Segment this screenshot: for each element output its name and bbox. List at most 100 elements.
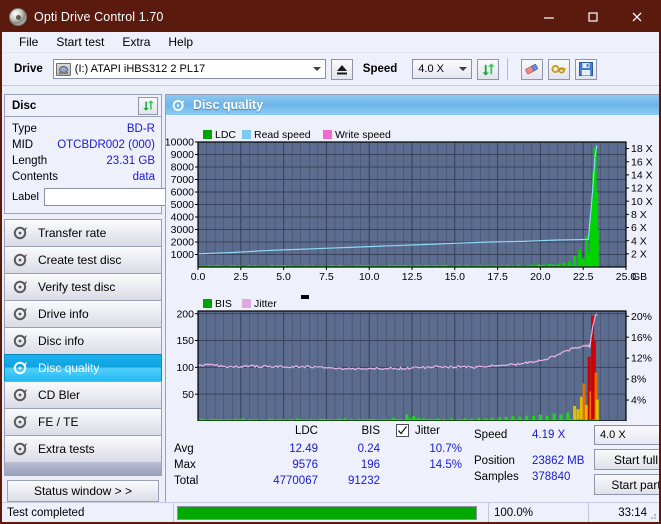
jitter-toggle[interactable]: Jitter [396, 424, 440, 437]
key-icon [551, 62, 567, 76]
svg-text:20%: 20% [631, 311, 652, 323]
svg-text:2.5: 2.5 [233, 271, 248, 283]
svg-text:12.5: 12.5 [402, 271, 423, 283]
sidebar-item-drive-info[interactable]: Drive info [4, 300, 162, 328]
sidebar-item-label: FE / TE [38, 415, 78, 429]
status-bar: Test completed 100.0% 33:14 [2, 502, 659, 522]
sidebar-item-create-test-disc[interactable]: Create test disc [4, 246, 162, 274]
stats-max-ldc: 9576 [254, 459, 318, 471]
menu-item-start-test[interactable]: Start test [47, 33, 113, 51]
svg-text:GB: GB [632, 271, 647, 283]
stats-max-bis: 196 [324, 459, 380, 471]
speed-select[interactable]: 4.0 X [412, 59, 472, 79]
disc-row-contents: Contents data [12, 169, 155, 185]
svg-text:17.5: 17.5 [487, 271, 508, 283]
disc-row-value: 23.31 GB [106, 155, 155, 167]
svg-text:12%: 12% [631, 353, 652, 365]
eject-icon [335, 63, 349, 76]
svg-text:3000: 3000 [171, 224, 195, 236]
svg-text:0.0: 0.0 [191, 271, 206, 283]
speed-stat-value: 4.19 X [532, 429, 565, 441]
sidebar-filler [4, 462, 162, 476]
eject-button[interactable] [331, 59, 353, 80]
status-window-wrap: Status window > > [4, 480, 162, 502]
save-button[interactable] [575, 59, 597, 80]
menu-bar: File Start test Extra Help [2, 32, 659, 53]
svg-text:150: 150 [176, 335, 194, 347]
svg-text:6 X: 6 X [631, 222, 647, 234]
sidebar-item-verify-test-disc[interactable]: Verify test disc [4, 273, 162, 301]
svg-text:22.5: 22.5 [573, 271, 594, 283]
svg-text:12 X: 12 X [631, 183, 653, 195]
svg-text:100: 100 [176, 362, 194, 374]
key-button[interactable] [548, 59, 570, 80]
start-part-button[interactable]: Start part [594, 474, 661, 495]
drive-icon [56, 63, 71, 76]
stats-avg-bis: 0.24 [324, 443, 380, 455]
quality-charts[interactable]: LDC Read speed Write speed 1000200030004000… [166, 115, 660, 421]
menu-item-help[interactable]: Help [159, 33, 202, 51]
svg-text:2 X: 2 X [631, 248, 647, 260]
maximize-button[interactable] [571, 2, 615, 32]
start-full-button[interactable]: Start full [594, 449, 661, 470]
svg-text:4 X: 4 X [631, 235, 647, 247]
resize-grip-icon[interactable] [647, 510, 657, 520]
sidebar-item-label: Verify test disc [38, 280, 115, 294]
status-window-button[interactable]: Status window > > [7, 480, 159, 502]
jitter-label: Jitter [415, 425, 440, 437]
sidebar-item-fe-te[interactable]: FE / TE [4, 408, 162, 436]
refresh-icon [142, 99, 155, 112]
disc-row-label: MID [12, 139, 33, 151]
minimize-button[interactable] [527, 2, 571, 32]
svg-text:16%: 16% [631, 332, 652, 344]
refresh-disc-button[interactable] [138, 97, 158, 115]
menu-item-extra[interactable]: Extra [113, 33, 159, 51]
drive-toolbar: Drive (I:) ATAPI iHBS312 2 PL17 Speed 4.… [2, 53, 659, 86]
test-speed-select[interactable]: 4.0 X [594, 425, 661, 445]
sidebar-item-transfer-rate[interactable]: Transfer rate [4, 219, 162, 247]
svg-text:18 X: 18 X [631, 143, 653, 155]
sidebar-item-extra-tests[interactable]: Extra tests [4, 435, 162, 463]
window-controls [527, 2, 659, 32]
erase-button[interactable] [521, 59, 543, 80]
svg-text:LDC: LDC [215, 129, 236, 141]
disc-icon [13, 361, 29, 375]
svg-text:8 X: 8 X [631, 209, 647, 221]
progress-percent: 100.0% [489, 503, 589, 523]
disc-icon [13, 442, 29, 456]
svg-text:6000: 6000 [171, 187, 195, 199]
disc-quality-header: Disc quality [166, 95, 660, 115]
disc-row-label: Type [12, 123, 37, 135]
status-message: Test completed [2, 503, 174, 523]
window-title: Opti Drive Control 1.70 [34, 10, 163, 24]
disc-icon [13, 415, 29, 429]
disc-label-row: Label [12, 186, 155, 208]
sidebar-item-cd-bler[interactable]: CD Bler [4, 381, 162, 409]
svg-text:4000: 4000 [171, 212, 195, 224]
disc-quality-icon [172, 99, 186, 112]
refresh-button[interactable] [477, 59, 499, 80]
refresh-icon [481, 62, 496, 77]
stats-row-avg-label: Avg [174, 443, 194, 455]
drive-select[interactable]: (I:) ATAPI iHBS312 2 PL17 [53, 59, 326, 79]
svg-text:50: 50 [182, 389, 194, 401]
test-speed-value: 4.0 X [600, 429, 626, 441]
sidebar-item-disc-quality[interactable]: Disc quality [4, 354, 162, 382]
svg-text:200: 200 [176, 308, 194, 320]
speed-stat-label: Speed [474, 429, 507, 441]
jitter-checkbox[interactable] [396, 424, 409, 437]
sidebar-item-disc-info[interactable]: Disc info [4, 327, 162, 355]
disc-icon [13, 280, 29, 294]
sidebar-item-label: CD Bler [38, 388, 80, 402]
menu-item-file[interactable]: File [10, 33, 47, 51]
svg-text:15.0: 15.0 [445, 271, 466, 283]
stats-col-bis: BIS [324, 425, 380, 437]
svg-text:5000: 5000 [171, 199, 195, 211]
drive-label: Drive [14, 63, 43, 75]
progress-cell [174, 503, 489, 523]
disc-row-label: Length [12, 155, 47, 167]
disc-icon [13, 307, 29, 321]
svg-text:9000: 9000 [171, 149, 195, 161]
stats-total-bis: 91232 [324, 475, 380, 487]
close-button[interactable] [615, 2, 659, 32]
